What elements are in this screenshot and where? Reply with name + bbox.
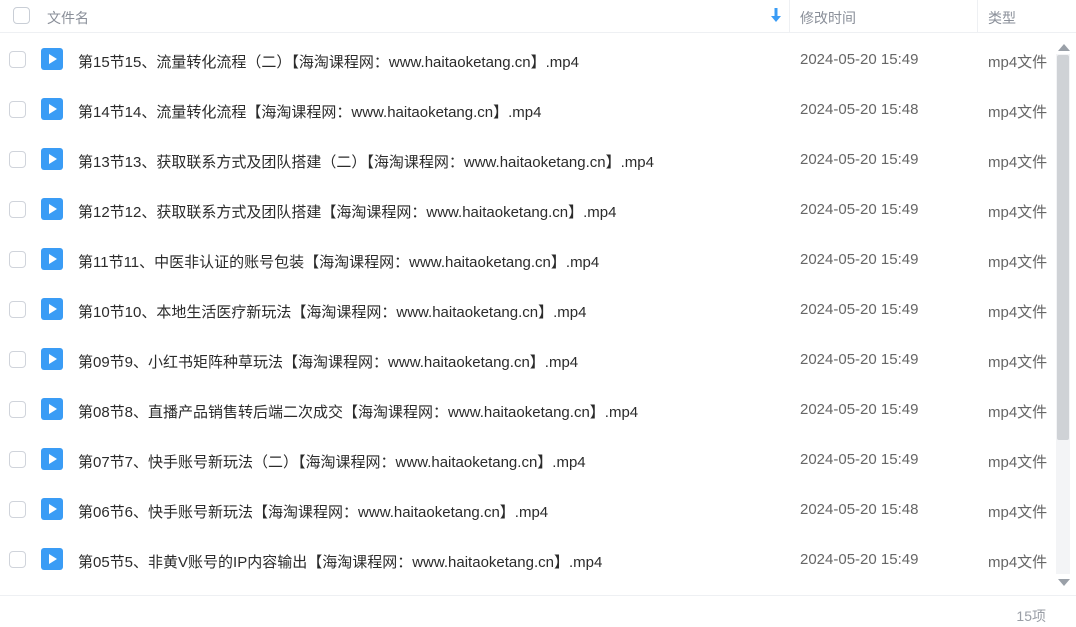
video-file-icon xyxy=(41,548,63,570)
video-file-icon xyxy=(41,498,63,520)
row-checkbox[interactable] xyxy=(9,151,26,168)
modified-time: 2024-05-20 15:48 xyxy=(800,101,919,118)
row-checkbox[interactable] xyxy=(9,251,26,268)
row-checkbox[interactable] xyxy=(9,551,26,568)
file-name[interactable]: 第09节9、小红书矩阵种草玩法【海淘课程网：www.haitaoketang.c… xyxy=(78,351,578,372)
row-checkbox[interactable] xyxy=(9,401,26,418)
file-type: mp4文件 xyxy=(988,504,1048,521)
row-checkbox[interactable] xyxy=(9,201,26,218)
file-type: mp4文件 xyxy=(988,204,1048,221)
file-name[interactable]: 第06节6、快手账号新玩法【海淘课程网：www.haitaoketang.cn】… xyxy=(78,501,548,522)
column-header-type[interactable]: 类型 xyxy=(988,8,1016,28)
file-name[interactable]: 第11节11、中医非认证的账号包装【海淘课程网：www.haitaoketang… xyxy=(78,251,599,272)
modified-time: 2024-05-20 15:49 xyxy=(800,351,919,368)
scroll-up-arrow-icon[interactable] xyxy=(1058,44,1070,51)
scrollbar-thumb[interactable] xyxy=(1057,55,1069,440)
row-checkbox[interactable] xyxy=(9,101,26,118)
video-file-icon xyxy=(41,348,63,370)
file-type: mp4文件 xyxy=(988,54,1048,71)
row-checkbox[interactable] xyxy=(9,351,26,368)
file-row[interactable]: 第05节5、非黄V账号的IP内容输出【海淘课程网：www.haitaoketan… xyxy=(0,534,1056,584)
file-row[interactable]: 第12节12、获取联系方式及团队搭建【海淘课程网：www.haitaoketan… xyxy=(0,184,1056,234)
file-row[interactable]: 第09节9、小红书矩阵种草玩法【海淘课程网：www.haitaoketang.c… xyxy=(0,334,1056,384)
item-count: 15项 xyxy=(1016,608,1046,624)
file-name[interactable]: 第12节12、获取联系方式及团队搭建【海淘课程网：www.haitaoketan… xyxy=(78,201,616,222)
file-row[interactable]: 第15节15、流量转化流程（二）【海淘课程网：www.haitaoketang.… xyxy=(0,34,1056,84)
file-name[interactable]: 第14节14、流量转化流程【海淘课程网：www.haitaoketang.cn】… xyxy=(78,101,541,122)
modified-time: 2024-05-20 15:49 xyxy=(800,251,919,268)
row-checkbox[interactable] xyxy=(9,51,26,68)
sort-descending-icon[interactable] xyxy=(770,7,782,23)
file-type: mp4文件 xyxy=(988,104,1048,121)
file-row[interactable]: 第14节14、流量转化流程【海淘课程网：www.haitaoketang.cn】… xyxy=(0,84,1056,134)
file-type: mp4文件 xyxy=(988,404,1048,421)
file-row[interactable]: 第06节6、快手账号新玩法【海淘课程网：www.haitaoketang.cn】… xyxy=(0,484,1056,534)
file-type: mp4文件 xyxy=(988,454,1048,471)
file-name[interactable]: 第07节7、快手账号新玩法（二）【海淘课程网：www.haitaoketang.… xyxy=(78,451,586,472)
file-type: mp4文件 xyxy=(988,304,1048,321)
column-divider[interactable] xyxy=(977,0,978,33)
row-checkbox[interactable] xyxy=(9,451,26,468)
modified-time: 2024-05-20 15:49 xyxy=(800,301,919,318)
file-row[interactable]: 第10节10、本地生活医疗新玩法【海淘课程网：www.haitaoketang.… xyxy=(0,284,1056,334)
file-name[interactable]: 第13节13、获取联系方式及团队搭建（二）【海淘课程网：www.haitaoke… xyxy=(78,151,654,172)
file-row[interactable]: 第07节7、快手账号新玩法（二）【海淘课程网：www.haitaoketang.… xyxy=(0,434,1056,484)
scroll-down-arrow-icon[interactable] xyxy=(1058,579,1070,586)
file-list-header: 文件名 修改时间 类型 xyxy=(0,0,1076,33)
status-bar: 15项 xyxy=(0,595,1076,627)
modified-time: 2024-05-20 15:49 xyxy=(800,401,919,418)
modified-time: 2024-05-20 15:48 xyxy=(800,501,919,518)
video-file-icon xyxy=(41,198,63,220)
file-list: 第15节15、流量转化流程（二）【海淘课程网：www.haitaoketang.… xyxy=(0,34,1056,594)
video-file-icon xyxy=(41,148,63,170)
file-name[interactable]: 第10节10、本地生活医疗新玩法【海淘课程网：www.haitaoketang.… xyxy=(78,301,586,322)
file-name[interactable]: 第15节15、流量转化流程（二）【海淘课程网：www.haitaoketang.… xyxy=(78,51,579,72)
row-checkbox[interactable] xyxy=(9,301,26,318)
column-header-modified-time[interactable]: 修改时间 xyxy=(800,8,856,28)
select-all-checkbox[interactable] xyxy=(13,7,30,24)
modified-time: 2024-05-20 15:49 xyxy=(800,551,919,568)
video-file-icon xyxy=(41,398,63,420)
file-row[interactable]: 第13节13、获取联系方式及团队搭建（二）【海淘课程网：www.haitaoke… xyxy=(0,134,1056,184)
column-divider[interactable] xyxy=(789,0,790,33)
modified-time: 2024-05-20 15:49 xyxy=(800,151,919,168)
video-file-icon xyxy=(41,298,63,320)
video-file-icon xyxy=(41,248,63,270)
file-type: mp4文件 xyxy=(988,254,1048,271)
video-file-icon xyxy=(41,448,63,470)
file-type: mp4文件 xyxy=(988,354,1048,371)
file-type: mp4文件 xyxy=(988,554,1048,571)
row-checkbox[interactable] xyxy=(9,501,26,518)
modified-time: 2024-05-20 15:49 xyxy=(800,451,919,468)
modified-time: 2024-05-20 15:49 xyxy=(800,51,919,68)
video-file-icon xyxy=(41,98,63,120)
file-row[interactable]: 第11节11、中医非认证的账号包装【海淘课程网：www.haitaoketang… xyxy=(0,234,1056,284)
file-type: mp4文件 xyxy=(988,154,1048,171)
column-header-name[interactable]: 文件名 xyxy=(47,8,89,28)
modified-time: 2024-05-20 15:49 xyxy=(800,201,919,218)
file-name[interactable]: 第08节8、直播产品销售转后端二次成交【海淘课程网：www.haitaoketa… xyxy=(78,401,638,422)
file-name[interactable]: 第05节5、非黄V账号的IP内容输出【海淘课程网：www.haitaoketan… xyxy=(78,551,602,572)
video-file-icon xyxy=(41,48,63,70)
file-row[interactable]: 第08节8、直播产品销售转后端二次成交【海淘课程网：www.haitaoketa… xyxy=(0,384,1056,434)
